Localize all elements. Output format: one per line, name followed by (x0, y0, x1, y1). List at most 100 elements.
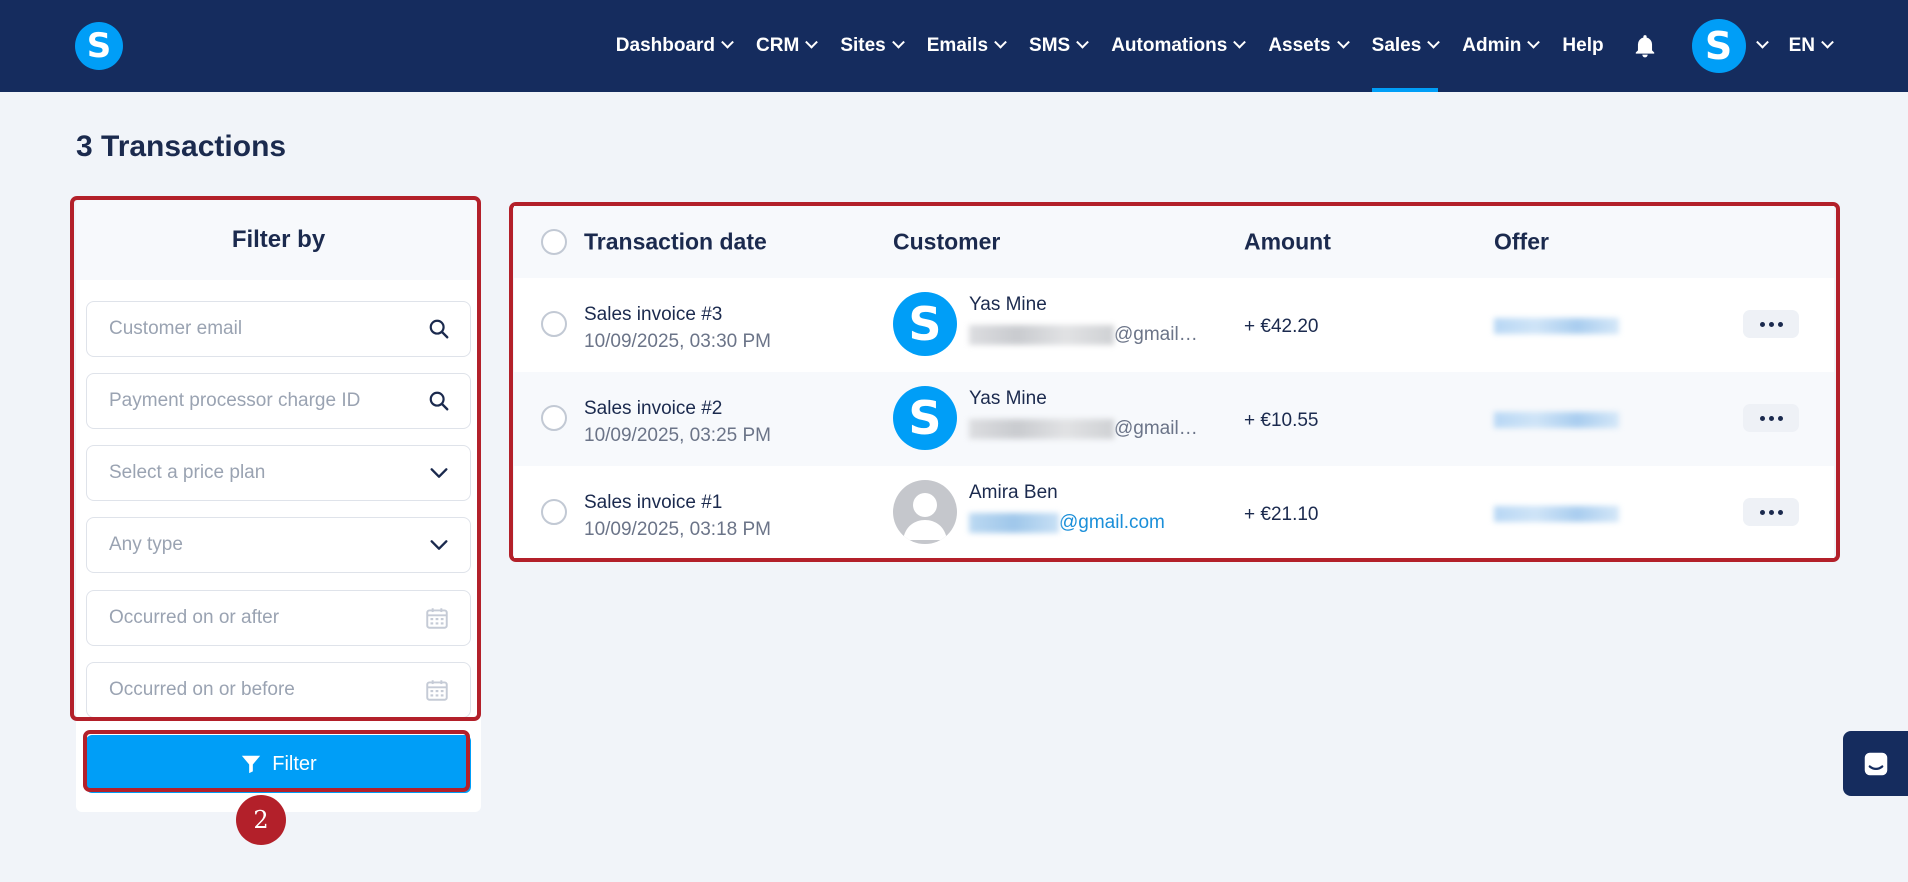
field-placeholder: Occurred on or before (109, 679, 295, 700)
nav-item-emails[interactable]: Emails (926, 0, 1007, 92)
nav-item-label: Help (1562, 35, 1604, 56)
chevron-down-icon (805, 35, 819, 49)
step-badge: 2 (236, 795, 286, 845)
invoice-title[interactable]: Sales invoice #3 (584, 304, 722, 326)
nav-item-dashboard[interactable]: Dashboard (615, 0, 734, 92)
header-amount[interactable]: Amount (1244, 229, 1331, 256)
redacted-email (969, 418, 1114, 439)
header-offer[interactable]: Offer (1494, 229, 1549, 256)
redacted-email (969, 512, 1059, 533)
transactions-table: Transaction date Customer Amount Offer S… (514, 206, 1834, 558)
transaction-amount: + €10.55 (1244, 410, 1319, 431)
email-suffix: @gmail.com (1059, 512, 1165, 533)
transaction-amount: + €21.10 (1244, 504, 1319, 525)
field-placeholder: Customer email (109, 318, 243, 339)
dot-icon (1768, 415, 1774, 421)
language-label: EN (1788, 35, 1815, 56)
charge-id-input[interactable]: Payment processor charge ID (86, 373, 471, 429)
chat-widget-button[interactable] (1843, 731, 1908, 796)
row-select-radio[interactable] (541, 311, 567, 337)
chevron-down-icon (1233, 35, 1247, 49)
offer-link-redacted[interactable] (1494, 318, 1619, 334)
nav-item-sms[interactable]: SMS (1029, 0, 1090, 92)
nav-item-crm[interactable]: CRM (756, 0, 819, 92)
bell-icon[interactable] (1632, 33, 1658, 59)
user-menu[interactable]: S (1691, 19, 1769, 73)
customer-name[interactable]: Yas Mine (969, 388, 1047, 410)
field-placeholder: Select a price plan (109, 462, 266, 483)
chevron-down-icon (430, 540, 448, 550)
select-all-radio[interactable] (541, 229, 567, 255)
search-icon[interactable] (428, 318, 450, 340)
invoice-title[interactable]: Sales invoice #2 (584, 398, 722, 420)
nav-item-assets[interactable]: Assets (1268, 0, 1350, 92)
calendar-icon[interactable] (424, 605, 450, 631)
row-more-button[interactable] (1743, 404, 1799, 432)
nav-item-label: CRM (756, 35, 800, 56)
nav-item-label: Emails (926, 35, 989, 56)
dot-icon (1777, 509, 1783, 515)
offer-link-redacted[interactable] (1494, 412, 1619, 428)
occurred-after-input[interactable]: Occurred on or after (86, 590, 471, 646)
row-more-button[interactable] (1743, 310, 1799, 338)
nav-item-help[interactable]: Help (1562, 0, 1603, 92)
redacted-email (969, 324, 1114, 345)
customer-name[interactable]: Yas Mine (969, 294, 1047, 316)
chevron-down-icon (1427, 35, 1441, 49)
invoice-date: 10/09/2025, 03:30 PM (584, 331, 771, 352)
funnel-icon (242, 755, 261, 774)
search-icon[interactable] (428, 390, 450, 412)
header-customer[interactable]: Customer (893, 229, 1000, 256)
chevron-down-icon (1336, 35, 1350, 49)
row-select-radio[interactable] (541, 499, 567, 525)
invoice-title[interactable]: Sales invoice #1 (584, 492, 722, 514)
field-placeholder: Payment processor charge ID (109, 390, 361, 411)
table-row[interactable]: Sales invoice #2 10/09/2025, 03:25 PM S … (514, 372, 1834, 466)
page-title: 3 Transactions (76, 130, 287, 163)
filter-button[interactable]: Filter (86, 735, 471, 793)
customer-avatar (893, 480, 957, 544)
nav-item-sales[interactable]: Sales (1371, 0, 1441, 92)
nav-item-sites[interactable]: Sites (840, 0, 905, 92)
language-selector[interactable]: EN (1788, 0, 1834, 92)
chevron-down-icon (1821, 35, 1834, 49)
price-plan-select[interactable]: Select a price plan (86, 445, 471, 501)
nav-item-automations[interactable]: Automations (1111, 0, 1247, 92)
occurred-before-input[interactable]: Occurred on or before (86, 662, 471, 718)
customer-avatar: S (893, 386, 957, 450)
row-more-button[interactable] (1743, 498, 1799, 526)
chevron-down-icon (721, 35, 734, 49)
nav-item-label: Sales (1371, 35, 1422, 56)
nav-item-admin[interactable]: Admin (1462, 0, 1541, 92)
dot-icon (1759, 509, 1765, 515)
dot-icon (1768, 321, 1774, 327)
type-select[interactable]: Any type (86, 517, 471, 573)
email-suffix: @gmail… (1114, 324, 1198, 345)
dot-icon (1759, 321, 1765, 327)
customer-email: @gmail… (969, 418, 1198, 440)
dot-icon (1777, 415, 1783, 421)
customer-email-input[interactable]: Customer email (86, 301, 471, 357)
table-row[interactable]: Sales invoice #3 10/09/2025, 03:30 PM S … (514, 278, 1834, 372)
offer-link-redacted[interactable] (1494, 506, 1619, 522)
email-suffix: @gmail… (1114, 418, 1198, 439)
customer-avatar: S (893, 292, 957, 356)
top-nav: S Dashboard CRM Sites Emails SMS Automat… (0, 0, 1908, 92)
chevron-down-icon (430, 468, 448, 478)
dot-icon (1768, 509, 1774, 515)
customer-name[interactable]: Amira Ben (969, 482, 1058, 504)
nav-item-label: Assets (1268, 35, 1331, 56)
calendar-icon[interactable] (424, 677, 450, 703)
app-logo[interactable]: S (75, 22, 123, 70)
filter-button-label: Filter (272, 752, 317, 775)
filter-panel: Filter by Customer email Payment process… (76, 200, 481, 812)
nav-item-label: Dashboard (615, 35, 716, 56)
chevron-down-icon (891, 35, 905, 49)
header-transaction-date[interactable]: Transaction date (584, 229, 767, 256)
table-row[interactable]: Sales invoice #1 10/09/2025, 03:18 PM Am… (514, 466, 1834, 560)
customer-email[interactable]: @gmail.com (969, 512, 1165, 534)
chevron-down-icon (1076, 35, 1090, 49)
invoice-date: 10/09/2025, 03:25 PM (584, 425, 771, 446)
row-select-radio[interactable] (541, 405, 567, 431)
nav-item-label: SMS (1029, 35, 1071, 56)
